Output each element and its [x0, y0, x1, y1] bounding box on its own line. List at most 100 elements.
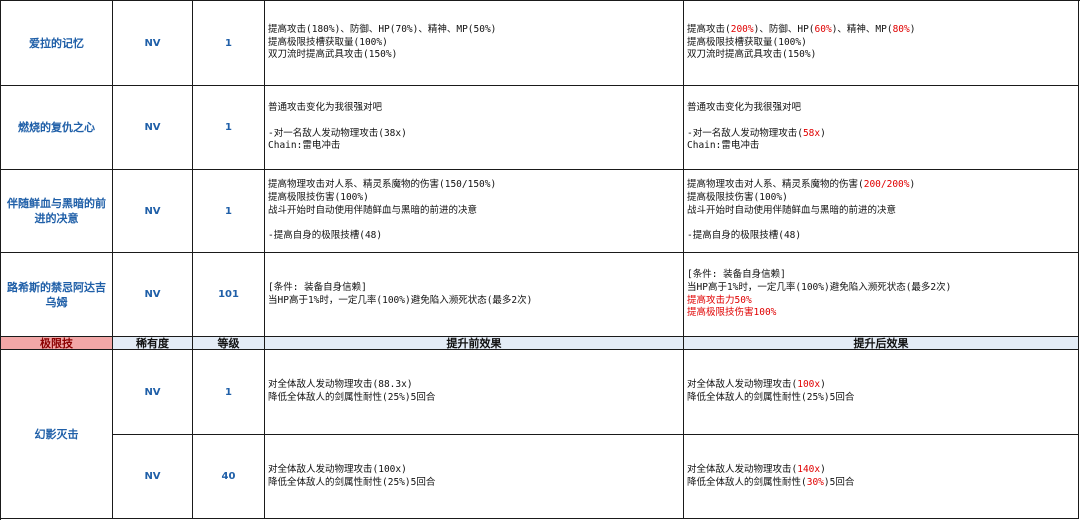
highlight-value: 200% — [730, 23, 754, 35]
effect-text: [条件: 装备自身信赖] — [687, 268, 786, 280]
rarity-cell: NV — [113, 1, 193, 86]
effect-line: 对全体敌人发动物理攻击(100x) — [687, 379, 1078, 392]
skill-table: 爱拉的记忆 NV 1 提高攻击(180%)、防御、HP(70%)、精神、MP(50%)… — [0, 0, 1080, 520]
effect-text: 提高极限技槽获取量(100%) — [687, 36, 807, 48]
highlight-value: 提高极限技伤害100% — [687, 307, 777, 319]
effect-text: 当HP高于1%时，一定几率(100%)避免陷入濒死状态(最多2次) — [268, 294, 533, 306]
effect-line: 双刀流时提高武具攻击(150%) — [687, 49, 1078, 62]
effect-text: ) — [820, 463, 826, 475]
effect-line: 战斗开始时自动使用伴随鲜血与黑暗的前进的决意 — [687, 205, 1078, 218]
effect-text: )、防御、HP( — [753, 23, 815, 35]
effect-line: [条件: 装备自身信赖] — [687, 269, 1078, 282]
effect-line: -对一名敌人发动物理攻击(58x) — [687, 128, 1078, 141]
level-cell-text: 1 — [225, 37, 232, 49]
effect-line — [268, 115, 683, 128]
effect-line: -对一名敌人发动物理攻击(38x) — [268, 128, 683, 141]
effect-text: 提高极限技伤害(100%) — [268, 191, 369, 203]
effect-text: 对全体敌人发动物理攻击(100x) — [268, 463, 407, 475]
effect-line: 提高攻击(200%)、防御、HP(60%)、精神、MP(80%) — [687, 24, 1078, 37]
effect-line: 当HP高于1%时，一定几率(100%)避免陷入濒死状态(最多2次) — [687, 282, 1078, 295]
effect-line: 普通攻击变化为我很强对吧 — [268, 102, 683, 115]
effect-after: 提高攻击(200%)、防御、HP(60%)、精神、MP(80%) 提高极限技槽获取… — [684, 1, 1079, 86]
effect-after: 提高物理攻击对人系、精灵系魔物的伤害(200/200%) 提高极限技伤害(100%… — [684, 170, 1079, 253]
highlight-value: 提高攻击力50% — [687, 294, 752, 306]
effect-line: 战斗开始时自动使用伴随鲜血与黑暗的前进的决意 — [268, 205, 683, 218]
level-cell-text: 40 — [221, 471, 236, 482]
effect-line: 提高物理攻击对人系、精灵系魔物的伤害(150/150%) — [268, 179, 683, 192]
effect-after: [条件: 装备自身信赖] 当HP高于1%时，一定几率(100%)避免陷入濒死状态(… — [684, 253, 1079, 337]
effect-text: 提高攻击( — [687, 23, 731, 35]
ability-name: 路希斯的禁忌阿达吉乌姆 — [1, 253, 113, 337]
level-cell-text: 1 — [225, 205, 232, 217]
ability-name: 燃烧的复仇之心 — [1, 86, 113, 170]
header-level-text: 等级 — [217, 337, 240, 350]
effect-text: 降低全体敌人的剑属性耐性(25%)5回合 — [687, 392, 855, 403]
effect-before: [条件: 装备自身信赖] 当HP高于1%时，一定几率(100%)避免陷入濒死状态(… — [265, 253, 684, 337]
effect-before: 普通攻击变化为我很强对吧 -对一名敌人发动物理攻击(38x) Chain:雷电冲击 — [265, 86, 684, 170]
level-cell: 40 — [193, 435, 265, 519]
effect-text: ) — [909, 23, 916, 35]
level-cell: 1 — [193, 1, 265, 86]
level-cell: 1 — [193, 170, 265, 253]
effect-line — [268, 217, 683, 230]
effect-before: 提高物理攻击对人系、精灵系魔物的伤害(150/150%) 提高极限技伤害(100%… — [265, 170, 684, 253]
header-after-text: 提升后效果 — [853, 337, 909, 350]
effect-text: ) — [820, 379, 826, 391]
effect-line: Chain:雷电冲击 — [268, 140, 683, 153]
effect-text: 降低全体敌人的剑属性耐性( — [687, 476, 807, 488]
effect-text: 普通攻击变化为我很强对吧 — [687, 101, 802, 113]
effect-line: 降低全体敌人的剑属性耐性(25%)5回合 — [687, 392, 1078, 405]
effect-line: 提高极限技槽获取量(100%) — [268, 37, 683, 50]
limit-burst-name: 幻影灭击 — [1, 350, 113, 519]
highlight-value: 30% — [806, 476, 824, 488]
effect-text: -对一名敌人发动物理攻击( — [687, 127, 803, 139]
effect-line: [条件: 装备自身信赖] — [268, 282, 683, 295]
highlight-value: 58x — [802, 127, 821, 139]
rarity-cell: NV — [113, 86, 193, 170]
effect-line: 对全体敌人发动物理攻击(140x) — [687, 464, 1078, 477]
ability-name-text: 爱拉的记忆 — [29, 36, 84, 50]
effect-line: 降低全体敌人的剑属性耐性(30%)5回合 — [687, 477, 1078, 490]
effect-before: 对全体敌人发动物理攻击(88.3x) 降低全体敌人的剑属性耐性(25%)5回合 — [265, 350, 684, 435]
effect-after: 对全体敌人发动物理攻击(140x) 降低全体敌人的剑属性耐性(30%)5回合 — [684, 435, 1079, 519]
effect-line: 提高极限技伤害(100%) — [268, 192, 683, 205]
effect-text: 提高物理攻击对人系、精灵系魔物的伤害(150/150%) — [268, 179, 497, 190]
effect-text: ) — [909, 179, 916, 190]
effect-line: 降低全体敌人的剑属性耐性(25%)5回合 — [268, 392, 683, 405]
rarity-cell-text: NV — [144, 205, 161, 217]
effect-text: [条件: 装备自身信赖] — [268, 281, 367, 293]
effect-before: 提高攻击(180%)、防御、HP(70%)、精神、MP(50%) 提高极限技槽获取… — [265, 1, 684, 86]
highlight-value: 100x — [797, 379, 821, 391]
rarity-cell-text: NV — [144, 471, 161, 482]
rarity-cell-text: NV — [144, 386, 161, 398]
highlight-value: 60% — [814, 23, 832, 35]
effect-line: 提高物理攻击对人系、精灵系魔物的伤害(200/200%) — [687, 179, 1078, 192]
rarity-cell: NV — [113, 253, 193, 337]
effect-line: 提高攻击力50% — [687, 295, 1078, 308]
effect-text: 提高物理攻击对人系、精灵系魔物的伤害( — [687, 179, 864, 190]
effect-text: Chain:雷电冲击 — [268, 140, 341, 152]
level-cell: 1 — [193, 86, 265, 170]
header-before: 提升前效果 — [265, 337, 684, 350]
effect-text: -对一名敌人发动物理攻击(38x) — [268, 127, 407, 139]
effect-text: 战斗开始时自动使用伴随鲜血与黑暗的前进的决意 — [268, 204, 478, 216]
effect-line: 普通攻击变化为我很强对吧 — [687, 102, 1078, 115]
highlight-value: 200/200% — [863, 179, 910, 190]
level-cell-text: 1 — [225, 386, 232, 398]
effect-text: 对全体敌人发动物理攻击(88.3x) — [268, 379, 413, 391]
effect-text: 对全体敌人发动物理攻击( — [687, 379, 798, 391]
level-cell: 1 — [193, 350, 265, 435]
header-before-text: 提升前效果 — [446, 337, 502, 350]
rarity-cell-text: NV — [144, 37, 161, 49]
effect-text: -提高自身的极限技槽(48) — [687, 230, 802, 242]
effect-text: 对全体敌人发动物理攻击( — [687, 463, 798, 475]
effect-line: 提高极限技伤害(100%) — [687, 192, 1078, 205]
effect-text: 当HP高于1%时，一定几率(100%)避免陷入濒死状态(最多2次) — [687, 281, 952, 293]
effect-text: 降低全体敌人的剑属性耐性(25%)5回合 — [268, 476, 436, 488]
effect-line: -提高自身的极限技槽(48) — [687, 230, 1078, 243]
effect-text: Chain:雷电冲击 — [687, 140, 760, 152]
header-level: 等级 — [193, 337, 265, 350]
effect-text: )、精神、MP( — [831, 23, 893, 35]
header-limit-burst-text: 极限技 — [40, 337, 73, 350]
ability-name-text: 路希斯的禁忌阿达吉乌姆 — [7, 280, 106, 309]
